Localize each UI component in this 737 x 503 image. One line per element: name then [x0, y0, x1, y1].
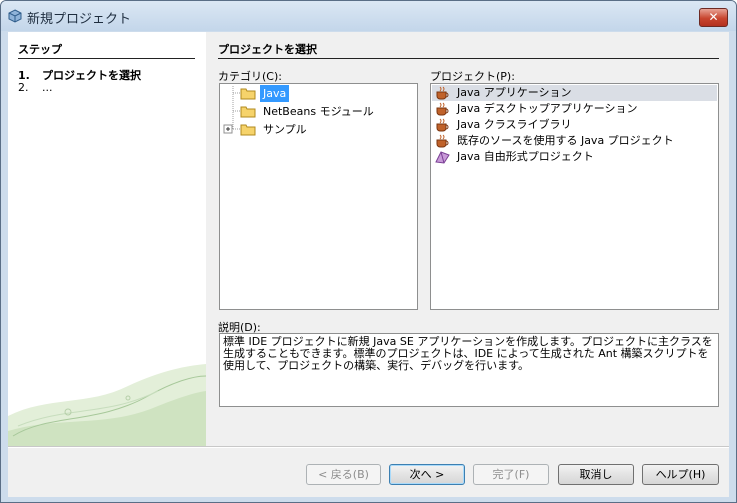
- list-item-label: Java デスクトップアプリケーション: [457, 102, 638, 115]
- tree-item-label: NetBeans モジュール: [263, 105, 374, 118]
- window-title: 新規プロジェクト: [27, 12, 132, 27]
- decorative-swirl-graphic: [8, 364, 206, 446]
- list-item-label: Java 自由形式プロジェクト: [457, 150, 594, 163]
- description-text: 標準 IDE プロジェクトに新規 Java SE アプリケーションを作成します。…: [223, 335, 713, 372]
- categories-label: カテゴリ(C):: [218, 70, 282, 83]
- close-button[interactable]: ✕: [699, 8, 728, 27]
- steps-header: ステップ: [18, 41, 195, 59]
- list-item-label: Java クラスライブラリ: [457, 118, 572, 131]
- back-button[interactable]: < 戻る(B): [306, 464, 381, 485]
- java-coffee-cup-icon: [436, 118, 449, 132]
- categories-tree[interactable]: Java NetBeans モジュール サンプル: [219, 83, 418, 310]
- list-item-java-existing-sources[interactable]: 既存のソースを使用する Java プロジェクト: [432, 133, 717, 149]
- folder-icon: [240, 106, 256, 118]
- new-project-dialog: 新規プロジェクト ✕ ステップ 1. プロジェクトを選択 2.... プロジェクト…: [0, 0, 737, 503]
- netbeans-cube-icon: [8, 9, 22, 23]
- list-item-label: 既存のソースを使用する Java プロジェクト: [457, 134, 674, 147]
- help-button[interactable]: ヘルプ(H): [642, 464, 719, 485]
- steps-pane: ステップ 1. プロジェクトを選択 2....: [8, 32, 206, 446]
- cancel-button[interactable]: 取消し: [558, 464, 634, 485]
- next-button[interactable]: 次へ >: [389, 464, 465, 485]
- finish-button[interactable]: 完了(F): [473, 464, 549, 485]
- list-item-label: Java アプリケーション: [457, 86, 572, 99]
- list-item-java-class-library[interactable]: Java クラスライブラリ: [432, 117, 717, 133]
- tree-item-label: サンプル: [263, 123, 307, 136]
- java-coffee-cup-icon: [436, 102, 449, 116]
- projects-label: プロジェクト(P):: [430, 70, 515, 83]
- folder-icon: [240, 88, 256, 100]
- description-box: 標準 IDE プロジェクトに新規 Java SE アプリケーションを作成します。…: [219, 333, 719, 407]
- step-item-next: 2....: [18, 81, 53, 94]
- java-coffee-cup-icon: [436, 134, 449, 148]
- dialog-body: ステップ 1. プロジェクトを選択 2.... プロジェクトを選択 カテゴリ(C)…: [8, 32, 729, 497]
- list-item-java-free-form-project[interactable]: Java 自由形式プロジェクト: [432, 149, 717, 165]
- free-form-project-icon: [435, 151, 450, 164]
- java-coffee-cup-icon: [436, 86, 449, 100]
- step-number: 2.: [18, 81, 29, 94]
- step-label: ...: [42, 81, 53, 94]
- list-item-java-desktop-application[interactable]: Java デスクトップアプリケーション: [432, 101, 717, 117]
- folder-icon: [240, 124, 256, 136]
- footer-separator: [8, 446, 729, 448]
- step-label: プロジェクトを選択: [42, 69, 141, 82]
- panel-title: プロジェクトを選択: [218, 41, 719, 59]
- projects-list[interactable]: Java アプリケーション Java デスクトップアプリケーション Java ク…: [430, 83, 719, 310]
- list-item-java-application[interactable]: Java アプリケーション: [432, 85, 717, 101]
- title-bar[interactable]: 新規プロジェクト ✕: [1, 1, 736, 31]
- tree-item-label: Java: [260, 85, 290, 102]
